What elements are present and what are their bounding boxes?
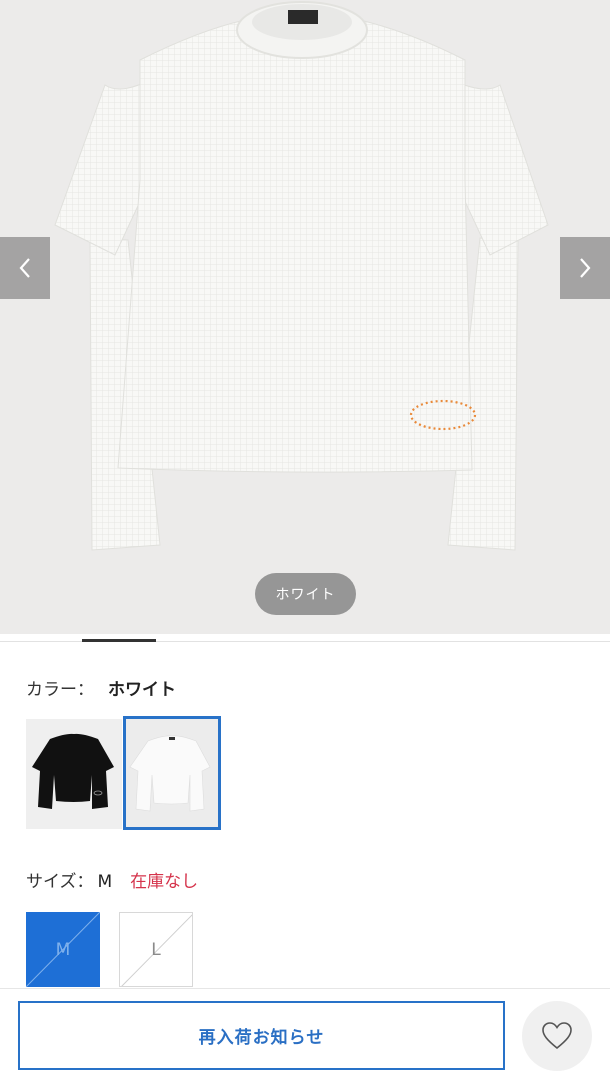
color-swatch-white[interactable] <box>123 716 221 830</box>
favorite-button[interactable] <box>522 1001 592 1071</box>
color-label: カラー： <box>26 680 94 700</box>
next-image-button[interactable] <box>560 237 610 299</box>
selected-color-value: ホワイト <box>108 680 176 700</box>
product-image-carousel[interactable]: ホワイト <box>0 0 610 634</box>
selected-size-value: M <box>97 872 113 892</box>
restock-notify-button[interactable]: 再入荷お知らせ <box>18 1001 505 1070</box>
color-selection-header: カラー： ホワイト <box>26 675 176 700</box>
product-photo <box>54 1 549 551</box>
carousel-indicator <box>82 639 156 642</box>
chevron-right-icon <box>580 258 591 278</box>
size-selection-header: サイズ： M 在庫なし <box>26 867 198 892</box>
size-option-label: L <box>151 939 161 960</box>
size-option-label: M <box>55 939 71 960</box>
black-shirt-thumbnail <box>26 719 122 829</box>
current-color-badge: ホワイト <box>255 573 356 615</box>
size-option-l[interactable]: L <box>119 912 193 987</box>
previous-image-button[interactable] <box>0 237 50 299</box>
size-option-m[interactable]: M <box>26 912 100 987</box>
size-label: サイズ： <box>26 872 94 892</box>
stock-status: 在庫なし <box>130 872 199 892</box>
white-shirt-thumbnail <box>126 719 218 827</box>
color-swatch-black[interactable] <box>26 719 122 829</box>
chevron-left-icon <box>19 258 30 278</box>
heart-icon <box>542 1022 572 1050</box>
